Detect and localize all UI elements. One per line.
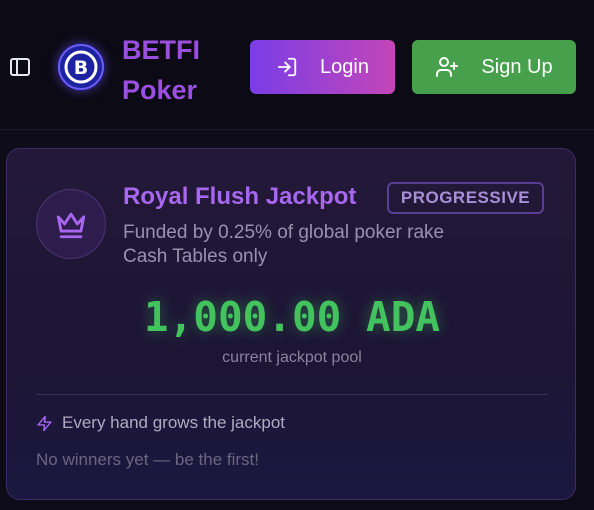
progressive-badge: PROGRESSIVE [387, 182, 544, 214]
grow-text: Every hand grows the jackpot [62, 413, 286, 432]
crown-icon [56, 212, 86, 239]
jackpot-title: Royal Flush Jackpot [123, 183, 357, 210]
winners-text: No winners yet — be the first! [36, 450, 259, 469]
user-plus-icon [436, 57, 459, 77]
login-button[interactable]: Login [250, 40, 395, 94]
betfi-logo-icon[interactable]: B [57, 43, 105, 91]
funded-text: Funded by 0.25% of global poker rake [123, 222, 445, 243]
jackpot-amount: 1,000.00 ADA [143, 293, 441, 341]
svg-text:B: B [74, 57, 88, 79]
sidebar-toggle-icon[interactable] [8, 55, 32, 79]
grow-row: Every hand grows the jackpot [36, 413, 285, 433]
jackpot-card: Royal Flush Jackpot PROGRESSIVE Funded b… [6, 148, 576, 500]
top-header: B BETFI Poker Login Sign Up [0, 0, 594, 130]
signup-button[interactable]: Sign Up [412, 40, 576, 94]
signup-label: Sign Up [481, 55, 553, 78]
brand-line-2: Poker [122, 75, 198, 105]
login-label: Login [320, 55, 369, 78]
lightning-icon [37, 415, 52, 431]
jackpot-amount-label: current jackpot pool [222, 349, 362, 366]
brand-line-1: BETFI [122, 35, 200, 65]
tables-text: Cash Tables only [123, 246, 268, 267]
crown-badge [36, 189, 106, 259]
brand-name: BETFI Poker [122, 30, 200, 110]
login-icon [277, 57, 297, 77]
divider [36, 394, 548, 395]
